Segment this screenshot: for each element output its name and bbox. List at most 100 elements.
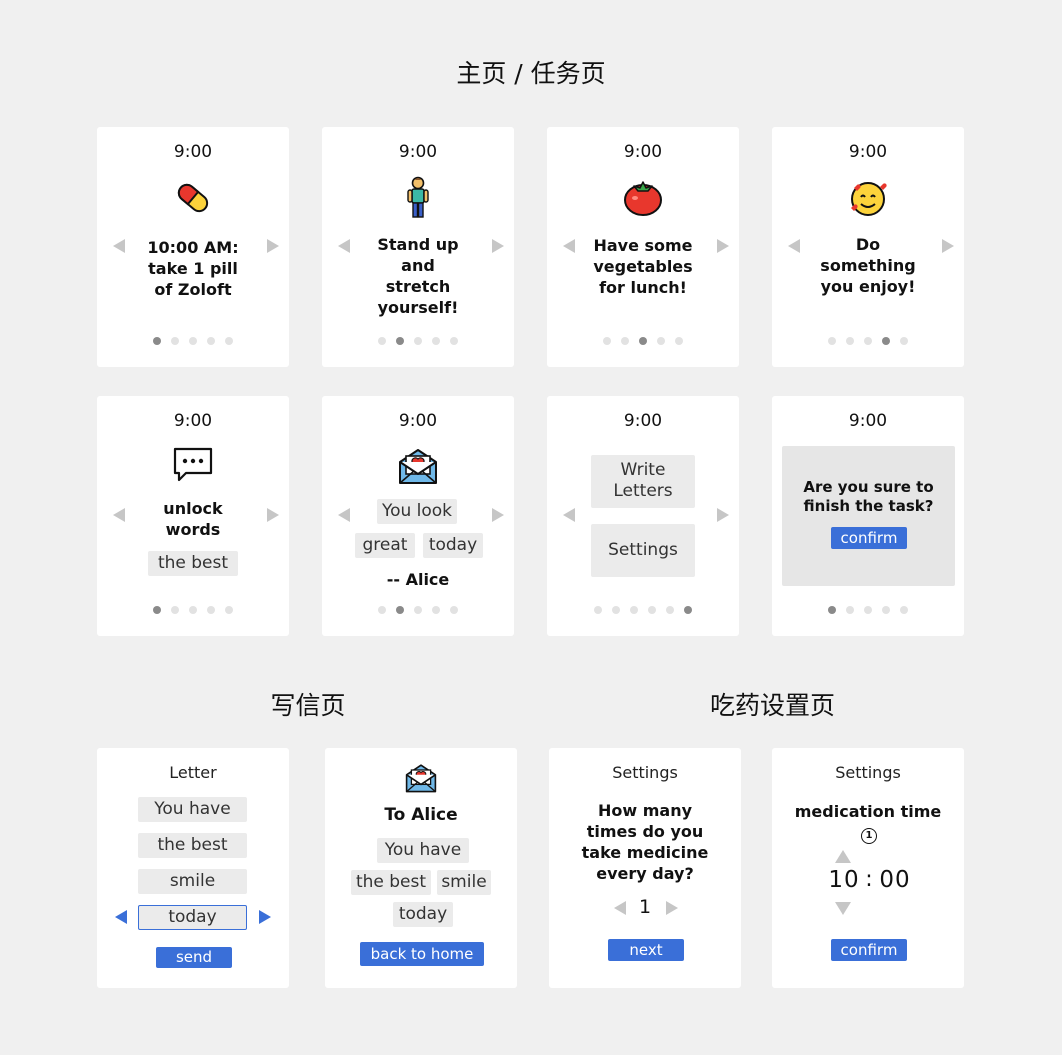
next-arrow[interactable] — [267, 239, 279, 253]
page-dot — [828, 337, 836, 345]
page-dot — [414, 606, 422, 614]
minute-value[interactable]: 00 — [875, 867, 915, 893]
love-letter-icon — [397, 446, 439, 486]
task-card-pill: 9:00 10:00 AM: take 1 pill of Zoloft — [97, 127, 289, 367]
clock-time: 9:00 — [848, 411, 888, 431]
page-dot-active — [684, 606, 692, 614]
page-dot — [414, 337, 422, 345]
next-arrow[interactable] — [717, 239, 729, 253]
word-chip-selected[interactable]: today — [138, 905, 247, 930]
page-dots — [772, 606, 964, 614]
prev-arrow[interactable] — [788, 239, 800, 253]
signature: -- Alice — [386, 570, 450, 589]
page-dot — [225, 606, 233, 614]
section-title-main: 主页 / 任务页 — [456, 59, 606, 88]
back-to-home-button[interactable]: back to home — [360, 942, 484, 966]
word-chip[interactable]: the best — [138, 833, 247, 858]
word-chip: smile — [437, 870, 491, 895]
next-arrow[interactable] — [942, 239, 954, 253]
page-dots — [322, 606, 514, 614]
hour-down-arrow[interactable] — [835, 902, 851, 915]
page-dot-active — [153, 606, 161, 614]
word-chip: You look — [377, 499, 457, 524]
clock-time: 9:00 — [623, 142, 663, 162]
send-button[interactable]: send — [156, 947, 232, 968]
page-dot — [432, 337, 440, 345]
page-dots — [97, 337, 289, 345]
tomato-icon — [622, 178, 664, 218]
page-dot — [846, 606, 854, 614]
page-dot-active — [828, 606, 836, 614]
page-dots — [322, 337, 514, 345]
page-dot-active — [639, 337, 647, 345]
page-dots — [97, 606, 289, 614]
page-dot — [657, 337, 665, 345]
prev-arrow[interactable] — [563, 508, 575, 522]
word-chip[interactable]: smile — [138, 869, 247, 894]
page-dot-active — [396, 606, 404, 614]
page-dot — [594, 606, 602, 614]
confirm-button[interactable]: confirm — [831, 527, 907, 549]
letter-recipient: To Alice — [384, 805, 458, 825]
word-chip: the best — [351, 870, 431, 895]
page-dot-active — [396, 337, 404, 345]
times-value: 1 — [638, 896, 652, 918]
to-alice-card: To Alice You have the best smile today b… — [325, 748, 517, 988]
confirm-card: 9:00 Are you sure to finish the task? co… — [772, 396, 964, 636]
clock-time: 9:00 — [173, 142, 213, 162]
page-dot — [378, 337, 386, 345]
page-dot — [900, 606, 908, 614]
next-button[interactable]: next — [608, 939, 684, 961]
prev-arrow[interactable] — [113, 508, 125, 522]
clock-time: 9:00 — [848, 142, 888, 162]
settings-button[interactable]: Settings — [591, 524, 695, 577]
decrease-arrow[interactable] — [614, 901, 626, 915]
page-dot — [621, 337, 629, 345]
page-dot-active — [882, 337, 890, 345]
clock-time: 9:00 — [173, 411, 213, 431]
page-dot — [189, 606, 197, 614]
page-dots — [547, 606, 739, 614]
task-card-vegetables: 9:00 Have some vegetables for lunch! — [547, 127, 739, 367]
prev-arrow[interactable] — [563, 239, 575, 253]
page-dot-active — [153, 337, 161, 345]
next-word-arrow[interactable] — [259, 910, 271, 924]
prev-word-arrow[interactable] — [115, 910, 127, 924]
prev-arrow[interactable] — [338, 239, 350, 253]
unlock-text: unlock words — [163, 499, 223, 539]
confirm-dialog: Are you sure to finish the task? confirm — [782, 446, 955, 586]
next-arrow[interactable] — [267, 508, 279, 522]
next-arrow[interactable] — [492, 508, 504, 522]
person-standing-icon — [403, 176, 433, 220]
page-dot — [171, 606, 179, 614]
clock-time: 9:00 — [398, 142, 438, 162]
unlock-words-card: 9:00 unlock words the best — [97, 396, 289, 636]
dose-index-badge: 1 — [861, 828, 877, 844]
confirm-button[interactable]: confirm — [831, 939, 907, 961]
word-chip: today — [423, 533, 483, 558]
increase-arrow[interactable] — [666, 901, 678, 915]
next-arrow[interactable] — [492, 239, 504, 253]
page-dot — [846, 337, 854, 345]
prev-arrow[interactable] — [338, 508, 350, 522]
word-chip[interactable]: the best — [148, 551, 238, 576]
page-dot — [378, 606, 386, 614]
alice-letter-card: 9:00 You look great today -- Alice — [322, 396, 514, 636]
page-dot — [648, 606, 656, 614]
task-text: Stand up and stretch yourself! — [377, 235, 459, 317]
next-arrow[interactable] — [717, 508, 729, 522]
task-card-stretch: 9:00 Stand up and stretch yourself! — [322, 127, 514, 367]
love-letter-icon — [404, 762, 438, 794]
card-title: Settings — [612, 763, 678, 782]
prev-arrow[interactable] — [113, 239, 125, 253]
hour-up-arrow[interactable] — [835, 850, 851, 863]
page-dot — [207, 337, 215, 345]
write-letters-button[interactable]: Write Letters — [591, 455, 695, 508]
hour-value[interactable]: 10 — [824, 867, 864, 893]
task-text: Do something you enjoy! — [820, 235, 916, 296]
word-chip[interactable]: You have — [138, 797, 247, 822]
section-title-med: 吃药设置页 — [709, 691, 835, 720]
page-dots — [547, 337, 739, 345]
word-chip: You have — [377, 838, 469, 863]
page-dot — [171, 337, 179, 345]
